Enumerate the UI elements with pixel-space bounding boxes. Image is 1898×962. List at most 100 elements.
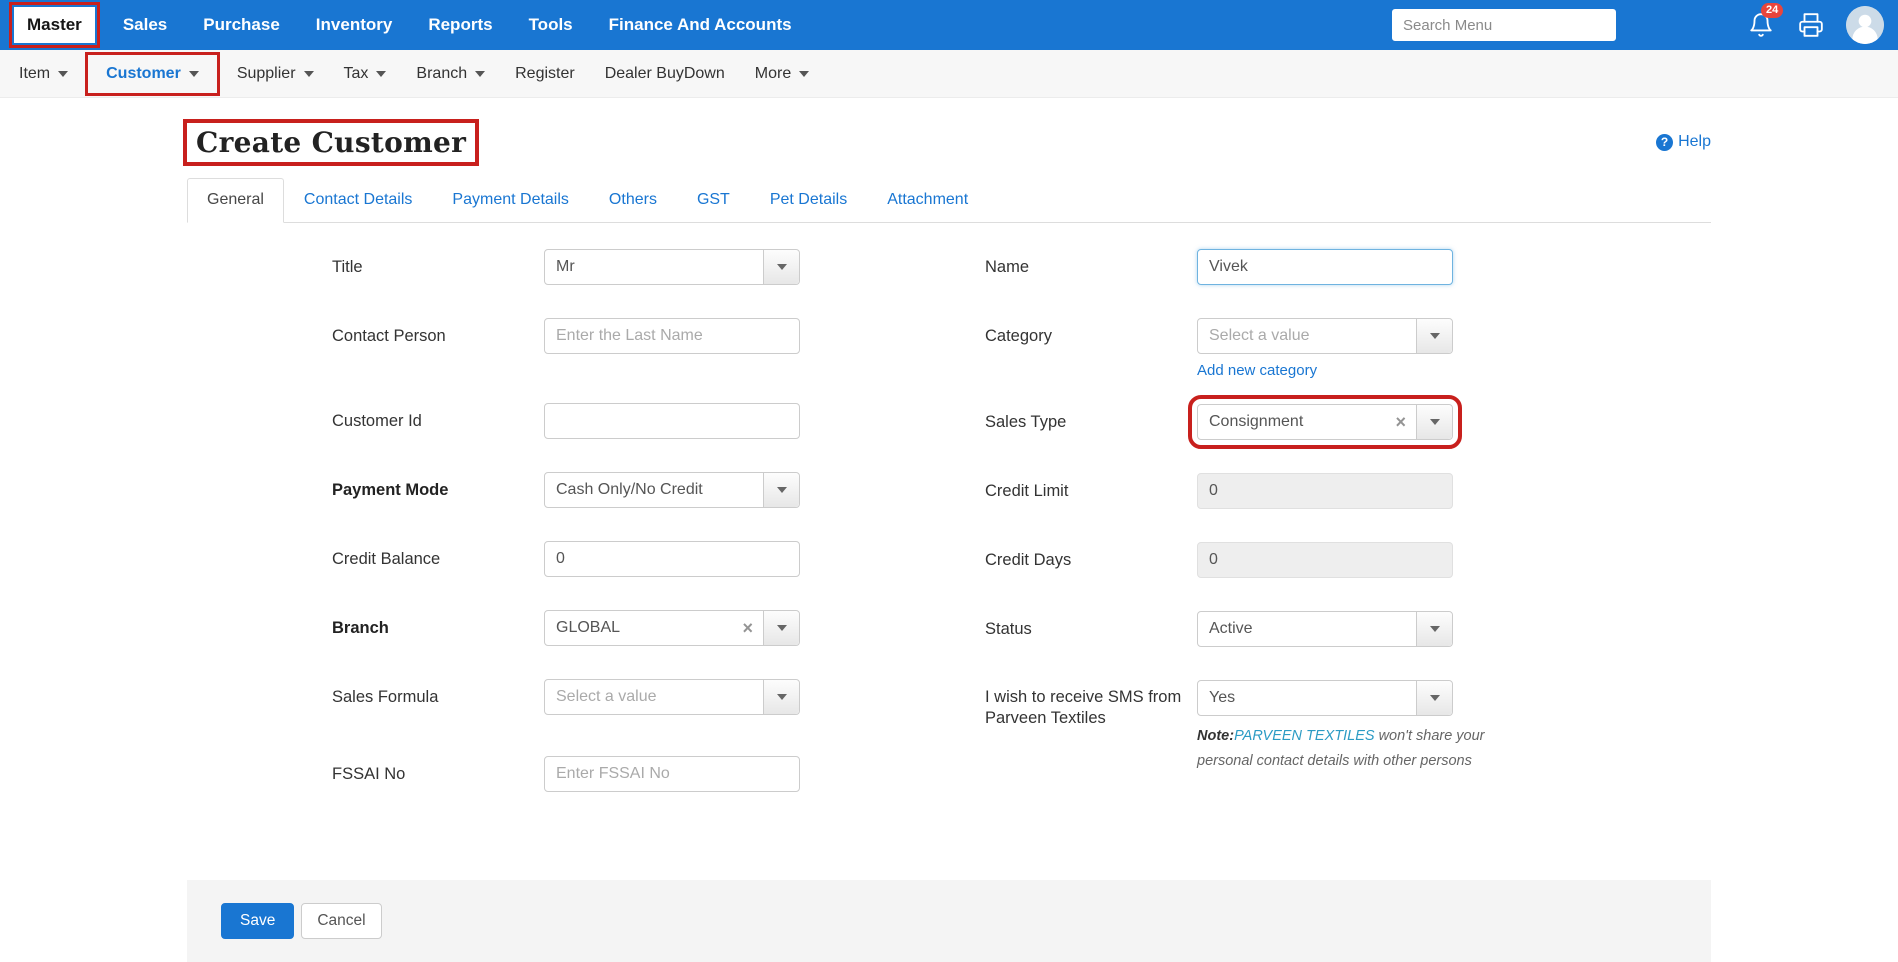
credit-days-input [1197,542,1453,578]
tab-attachment[interactable]: Attachment [867,178,988,222]
fssai-no-label: FSSAI No [332,756,544,792]
contact-person-label: Contact Person [332,318,544,354]
contact-person-input[interactable] [544,318,800,354]
menu-item-reports[interactable]: Reports [410,0,510,50]
form-row-sales-type: Sales Type Consignment × [985,404,1545,440]
printer-icon [1798,12,1824,38]
menu-item-finance-and-accounts[interactable]: Finance And Accounts [591,0,810,50]
subnav-item-register[interactable]: Register [500,58,590,90]
help-link[interactable]: ? Help [1656,133,1711,151]
sales-formula-label: Sales Formula [332,679,544,715]
print-button[interactable] [1798,12,1824,38]
form-column-right: Name Category Select a value Add new cat… [985,249,1545,825]
notifications-button[interactable]: 24 [1748,12,1774,38]
title-select-value: Mr [545,258,763,276]
receive-sms-select[interactable]: Yes [1197,680,1453,716]
form-row-branch: Branch GLOBAL × [332,610,800,646]
chevron-down-icon [475,71,485,77]
category-select[interactable]: Select a value [1197,318,1453,354]
category-select-value: Select a value [1198,327,1416,345]
subnav-label: Branch [416,65,467,83]
clear-icon[interactable]: × [1385,413,1416,431]
main-menu: Master Sales Purchase Inventory Reports … [10,0,810,50]
tab-contact-details[interactable]: Contact Details [284,178,433,222]
branch-select-value: GLOBAL [545,619,732,637]
name-input[interactable] [1197,249,1453,285]
name-label: Name [985,249,1197,285]
form-row-customer-id: Customer Id [332,403,800,439]
menu-item-purchase[interactable]: Purchase [185,0,298,50]
sms-privacy-note: Note:PARVEEN TEXTILES won't share your p… [1197,724,1542,774]
form-row-title: Title Mr [332,249,800,285]
subnav-item-item[interactable]: Item [4,58,83,90]
branch-select[interactable]: GLOBAL × [544,610,800,646]
subnav-item-customer[interactable]: Customer [91,58,214,90]
subnav-label: Customer [106,65,181,83]
subnav-item-tax[interactable]: Tax [329,58,402,90]
payment-mode-select[interactable]: Cash Only/No Credit [544,472,800,508]
chevron-down-icon [189,71,199,77]
save-button[interactable]: Save [221,903,294,939]
chevron-down-icon[interactable] [1416,612,1452,646]
credit-balance-input[interactable] [544,541,800,577]
sales-type-label: Sales Type [985,404,1197,440]
note-prefix: Note: [1197,728,1234,744]
tab-others[interactable]: Others [589,178,677,222]
parveen-textiles-link[interactable]: PARVEEN TEXTILES [1234,728,1374,744]
payment-mode-label: Payment Mode [332,472,544,508]
credit-limit-label: Credit Limit [985,473,1197,509]
form-row-credit-balance: Credit Balance [332,541,800,577]
chevron-down-icon[interactable] [1416,405,1452,439]
form-row-credit-limit: Credit Limit [985,473,1545,509]
title-label: Title [332,249,544,285]
chevron-down-icon[interactable] [763,250,799,284]
add-new-category-link[interactable]: Add new category [1197,362,1317,379]
user-avatar[interactable] [1846,6,1884,44]
page-header: Create Customer ? Help [187,120,1711,164]
search-input[interactable] [1392,9,1616,41]
subnav-label: Register [515,65,575,83]
form-row-status: Status Active [985,611,1545,647]
form-row-credit-days: Credit Days [985,542,1545,578]
status-select-value: Active [1198,620,1416,638]
chevron-down-icon[interactable] [1416,681,1452,715]
branch-label: Branch [332,610,544,646]
clear-icon[interactable]: × [732,619,763,637]
sales-formula-select[interactable]: Select a value [544,679,800,715]
form-row-sales-formula: Sales Formula Select a value [332,679,800,715]
customer-id-input[interactable] [544,403,800,439]
form-row-receive-sms: I wish to receive SMS from Parveen Texti… [985,680,1545,774]
fssai-no-input[interactable] [544,756,800,792]
menu-item-inventory[interactable]: Inventory [298,0,411,50]
customer-form: Title Mr Contact Person Customer Id [187,249,1711,825]
title-select[interactable]: Mr [544,249,800,285]
cancel-button[interactable]: Cancel [301,903,381,939]
tab-gst[interactable]: GST [677,178,750,222]
customer-id-label: Customer Id [332,403,544,439]
subnav-item-more[interactable]: More [740,58,824,90]
chevron-down-icon [58,71,68,77]
chevron-down-icon[interactable] [763,473,799,507]
chevron-down-icon[interactable] [763,611,799,645]
menu-item-master[interactable]: Master [14,7,95,43]
credit-balance-label: Credit Balance [332,541,544,577]
form-footer: Save Cancel [187,880,1711,962]
chevron-down-icon [376,71,386,77]
sales-type-select[interactable]: Consignment × [1197,404,1453,440]
tab-general[interactable]: General [187,178,284,223]
chevron-down-icon[interactable] [763,680,799,714]
tab-payment-details[interactable]: Payment Details [432,178,589,222]
subnav-item-dealer-buydown[interactable]: Dealer BuyDown [590,58,740,90]
menu-item-tools[interactable]: Tools [511,0,591,50]
secondary-navbar: Item Customer Supplier Tax Branch Regist… [0,50,1898,98]
chevron-down-icon[interactable] [1416,319,1452,353]
form-row-category: Category Select a value Add new category [985,318,1545,380]
form-row-contact-person: Contact Person [332,318,800,354]
subnav-item-supplier[interactable]: Supplier [222,58,329,90]
status-select[interactable]: Active [1197,611,1453,647]
topnav-right-section: 24 [1392,6,1884,44]
tab-pet-details[interactable]: Pet Details [750,178,867,222]
subnav-label: More [755,65,791,83]
subnav-item-branch[interactable]: Branch [401,58,500,90]
menu-item-sales[interactable]: Sales [105,0,185,50]
